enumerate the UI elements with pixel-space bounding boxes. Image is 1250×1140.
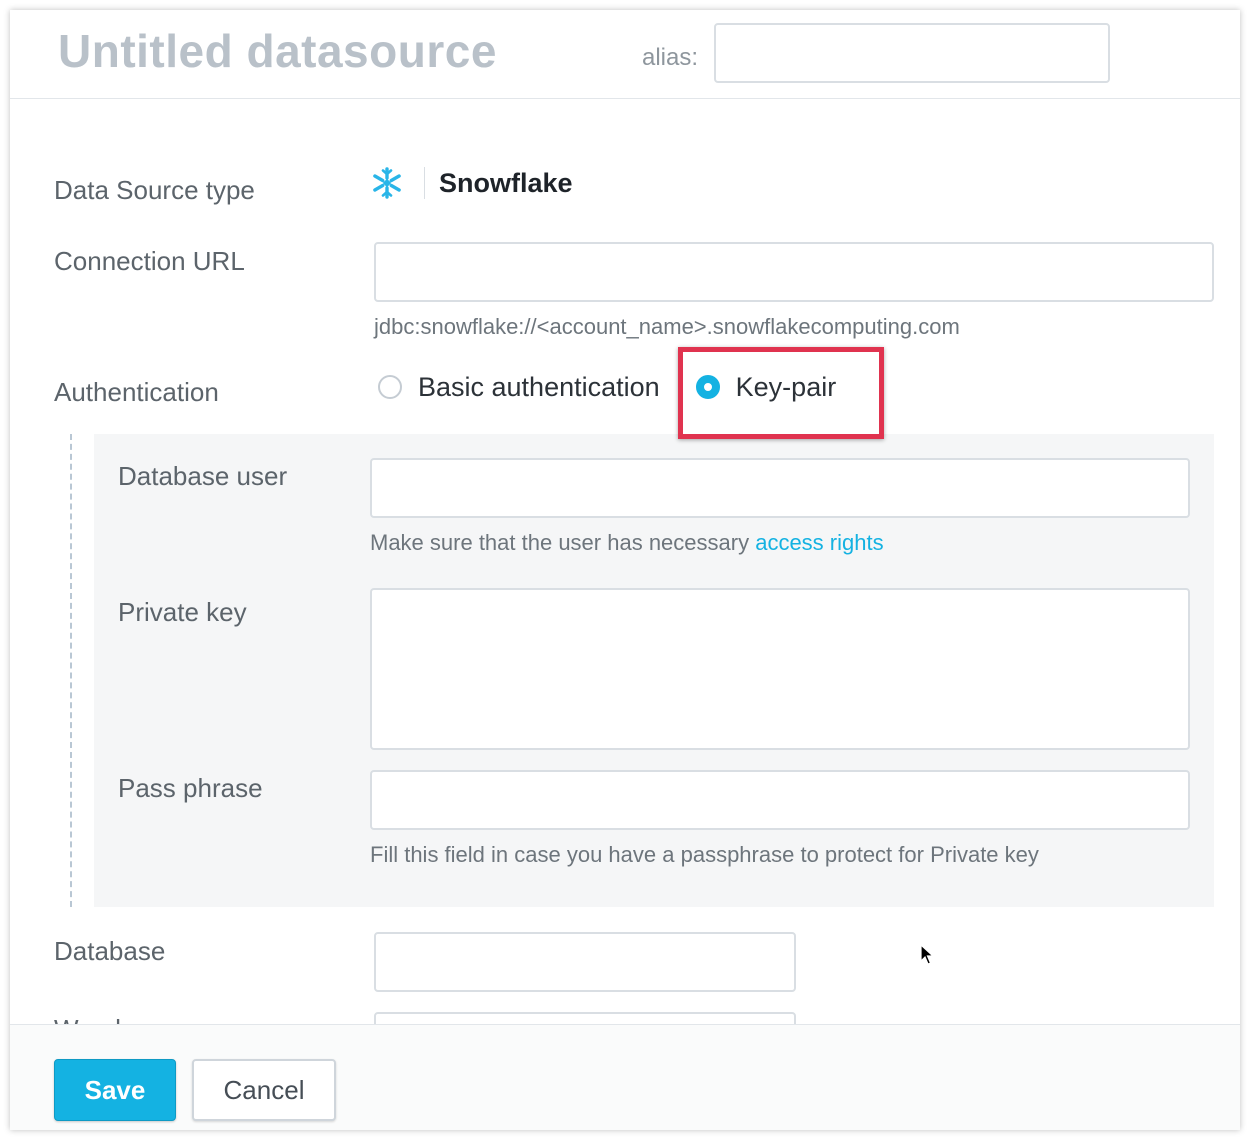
- database-user-hint-text: Make sure that the user has necessary: [370, 530, 756, 555]
- private-key-textarea[interactable]: [370, 588, 1190, 750]
- data-source-type-name: Snowflake: [439, 167, 573, 198]
- authentication-label: Authentication: [54, 377, 219, 407]
- save-button[interactable]: Save: [54, 1059, 176, 1121]
- connection-url-input[interactable]: [374, 242, 1214, 302]
- warehouse-input[interactable]: [374, 1012, 796, 1024]
- radio-basic-authentication-label[interactable]: Basic authentication: [418, 372, 660, 403]
- database-user-input[interactable]: [370, 458, 1190, 518]
- database-user-label: Database user: [118, 461, 288, 491]
- mouse-cursor-icon: [920, 944, 935, 965]
- dialog-header: Untitled datasource alias:: [10, 10, 1240, 99]
- subsection-dashed-line: [70, 434, 72, 907]
- database-label: Database: [54, 936, 166, 966]
- access-rights-link[interactable]: access rights: [755, 530, 883, 555]
- warehouse-label: Warehouse: [54, 1014, 186, 1024]
- form-scroll-area[interactable]: Data Source type Snowflake Connection UR…: [10, 99, 1240, 1024]
- divider: [424, 167, 425, 199]
- radio-unchecked-icon[interactable]: [378, 375, 402, 399]
- alias-label: alias:: [642, 44, 699, 71]
- connection-url-label: Connection URL: [54, 246, 245, 276]
- pass-phrase-hint: Fill this field in case you have a passp…: [370, 842, 1039, 867]
- radio-basic-authentication[interactable]: Basic authentication: [378, 372, 660, 403]
- cancel-button[interactable]: Cancel: [192, 1059, 336, 1121]
- snowflake-icon: [373, 167, 401, 199]
- page-title: Untitled datasource: [58, 25, 497, 77]
- connection-url-hint: jdbc:snowflake://<account_name>.snowflak…: [374, 314, 960, 339]
- key-pair-subsection: Database user Make sure that the user ha…: [94, 434, 1214, 907]
- alias-input[interactable]: [714, 23, 1110, 83]
- data-source-type-label: Data Source type: [54, 175, 255, 205]
- key-pair-highlight-box: [678, 347, 884, 439]
- private-key-label: Private key: [118, 597, 247, 627]
- pass-phrase-input[interactable]: [370, 770, 1190, 830]
- dialog-footer: Save Cancel: [10, 1024, 1240, 1130]
- data-source-type-value: Snowflake: [370, 163, 573, 203]
- database-user-hint: Make sure that the user has necessary ac…: [370, 530, 884, 556]
- pass-phrase-label: Pass phrase: [118, 773, 263, 803]
- datasource-dialog: Untitled datasource alias: Data Source t…: [10, 10, 1240, 1130]
- database-input[interactable]: [374, 932, 796, 992]
